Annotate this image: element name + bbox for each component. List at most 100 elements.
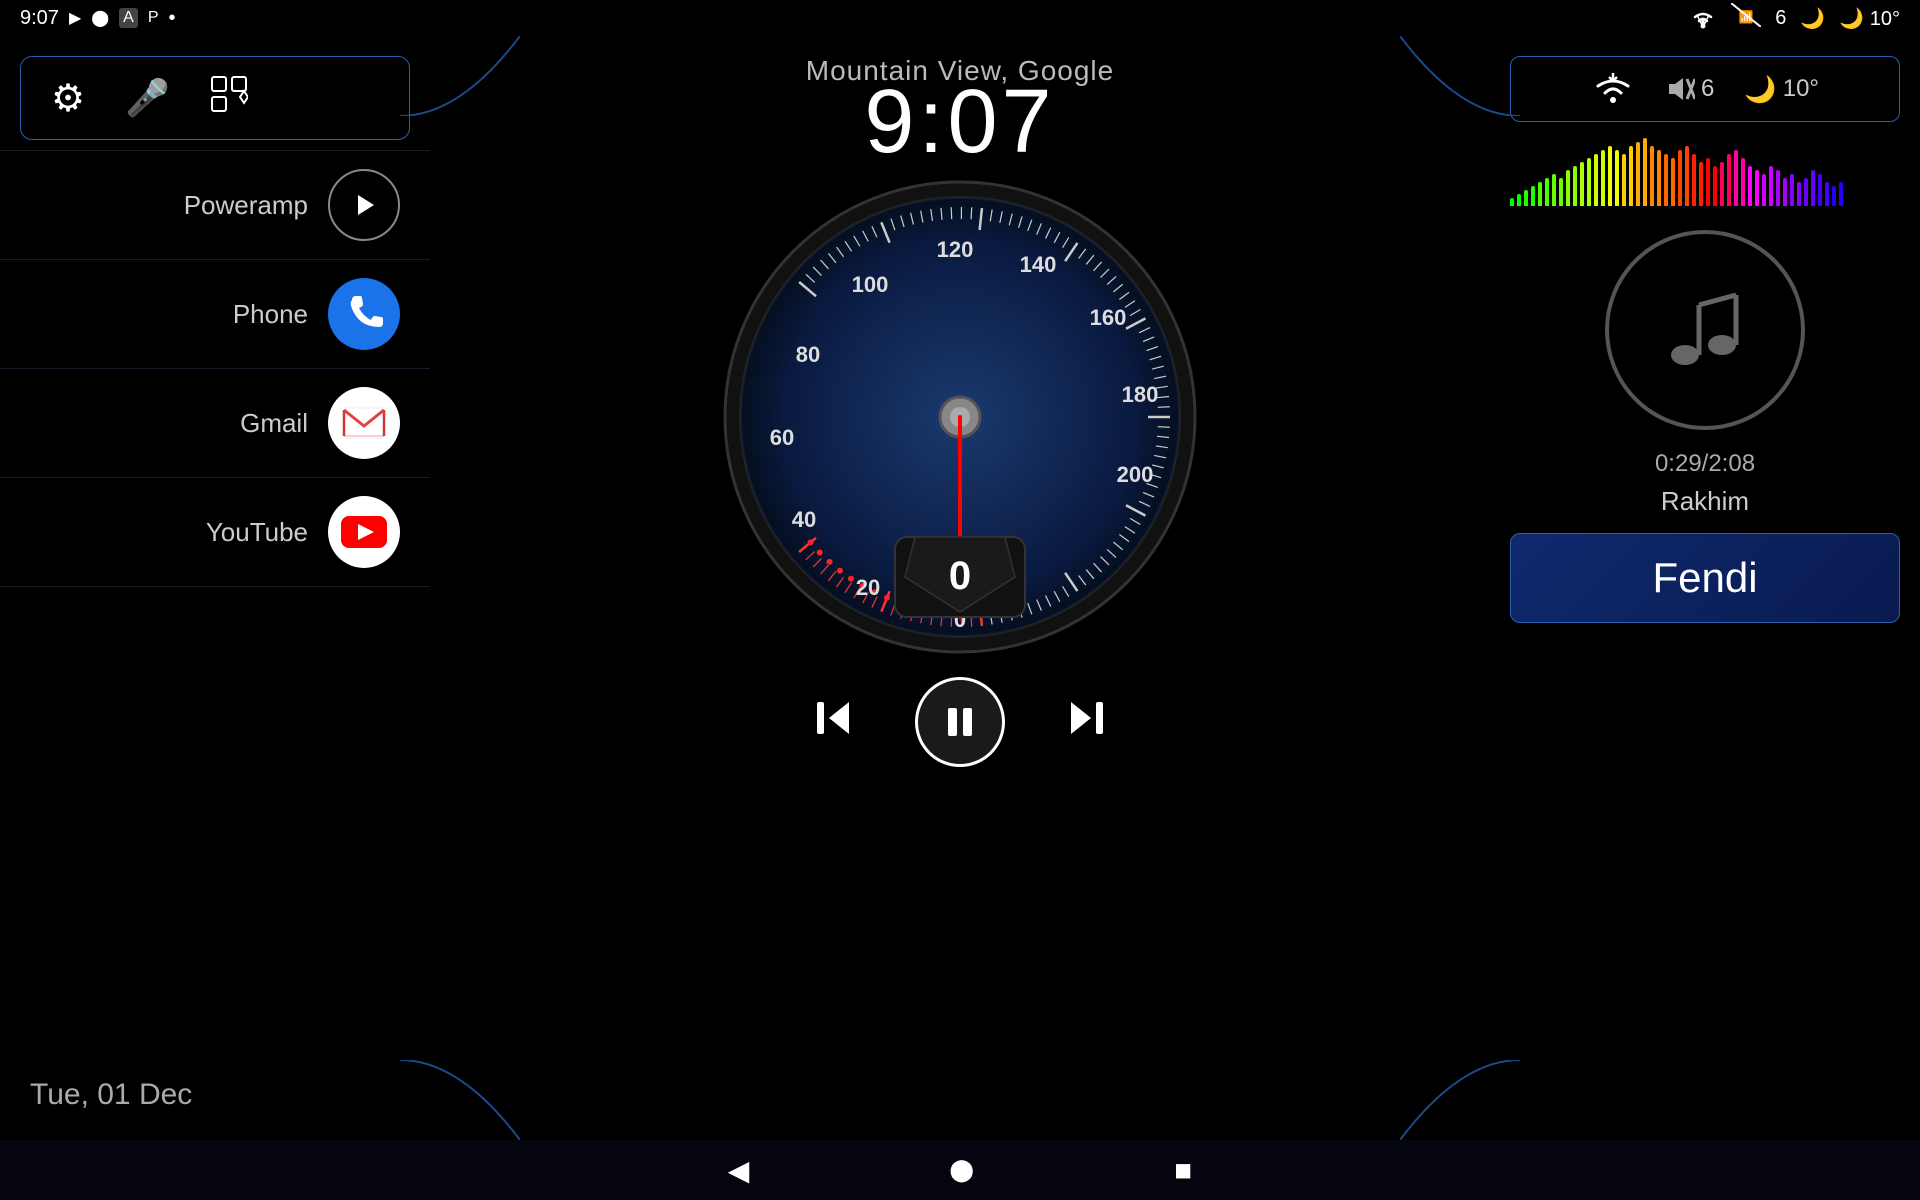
eq-bar: [1762, 174, 1766, 206]
music-note-area: [1490, 230, 1920, 430]
eq-bar: [1790, 174, 1794, 206]
eq-bar: [1685, 146, 1689, 206]
back-button[interactable]: ◀: [728, 1154, 750, 1187]
eq-bar: [1811, 170, 1815, 206]
eq-bar: [1615, 150, 1619, 206]
status-time: 9:07: [20, 7, 59, 30]
wifi-signal-icon: 📶: [1731, 3, 1761, 33]
media-controls: [811, 677, 1109, 767]
phone-icon[interactable]: [328, 278, 400, 350]
poweramp-label: Poweramp: [184, 190, 308, 221]
phone-label: Phone: [233, 299, 308, 330]
eq-bar: [1587, 158, 1591, 206]
eq-bar: [1797, 182, 1801, 206]
eq-bar: [1601, 150, 1605, 206]
a-status-icon: A: [119, 8, 138, 28]
next-button[interactable]: [1065, 696, 1109, 749]
eq-bar: [1839, 182, 1843, 206]
wifi-icon: [1689, 7, 1717, 29]
eq-bar: [1608, 146, 1612, 206]
dot-status-icon: •: [169, 7, 176, 30]
eq-bar: [1706, 158, 1710, 206]
eq-bar: [1783, 178, 1787, 206]
eq-bar: [1699, 162, 1703, 206]
circle-status-icon: ⬤: [91, 8, 109, 28]
track-artist: Rakhim: [1490, 486, 1920, 517]
eq-bar: [1678, 150, 1682, 206]
youtube-icon[interactable]: [328, 496, 400, 568]
eq-bar: [1629, 146, 1633, 206]
wifi-status-icon: [1591, 71, 1635, 107]
top-right-status: 6 🌙 10°: [1510, 56, 1900, 122]
track-title: Fendi: [1531, 554, 1879, 602]
eq-bar: [1664, 154, 1668, 206]
nav-bar: ◀ ⬤ ◼: [0, 1140, 1920, 1200]
gmail-item[interactable]: Gmail: [0, 369, 430, 478]
gmail-icon[interactable]: [328, 387, 400, 459]
eq-bar: [1657, 150, 1661, 206]
settings-icon[interactable]: ⚙: [51, 76, 85, 121]
eq-bar: [1832, 186, 1836, 206]
right-panel: 6 🌙 10° 0:29/2:08 Rakhim Fendi: [1490, 36, 1920, 1140]
eq-bar: [1825, 182, 1829, 206]
eq-bar: [1636, 142, 1640, 206]
signal-num: 6: [1775, 7, 1786, 30]
signal-count: 6: [1701, 75, 1714, 103]
track-info: 0:29/2:08 Rakhim: [1490, 450, 1920, 517]
svg-text:80: 80: [796, 342, 820, 367]
eq-bar: [1720, 162, 1724, 206]
weather-temp: 🌙 10°: [1839, 6, 1900, 31]
poweramp-play-button[interactable]: [328, 169, 400, 241]
pause-button[interactable]: [915, 677, 1005, 767]
music-icon[interactable]: [1605, 230, 1805, 430]
gmail-label: Gmail: [240, 408, 308, 439]
youtube-label: YouTube: [206, 517, 308, 548]
eq-bar: [1692, 154, 1696, 206]
status-bar-left: 9:07 ▶ ⬤ A P •: [20, 7, 176, 30]
apps-grid-icon[interactable]: [210, 75, 248, 121]
weather-icon: 🌙: [1800, 6, 1825, 31]
svg-text:160: 160: [1090, 305, 1127, 330]
svg-text:100: 100: [852, 272, 889, 297]
svg-text:180: 180: [1122, 382, 1159, 407]
eq-bar: [1818, 174, 1822, 206]
microphone-icon[interactable]: 🎤: [125, 77, 170, 119]
equalizer: [1510, 146, 1900, 206]
eq-bar: [1650, 146, 1654, 206]
eq-bar: [1776, 170, 1780, 206]
app-list: Poweramp Phone Gmail: [0, 150, 430, 1050]
eq-bar: [1538, 182, 1542, 206]
center-panel: Mountain View, Google 9:07: [430, 0, 1490, 1200]
track-title-box: Fendi: [1510, 533, 1900, 623]
svg-text:📶: 📶: [1739, 10, 1754, 24]
eq-bar: [1769, 166, 1773, 206]
eq-bar: [1580, 162, 1584, 206]
prev-button[interactable]: [811, 696, 855, 749]
top-controls: ⚙ 🎤: [20, 56, 410, 140]
eq-bar: [1559, 178, 1563, 206]
youtube-item[interactable]: YouTube: [0, 478, 430, 587]
play-status-icon: ▶: [69, 8, 81, 28]
phone-item[interactable]: Phone: [0, 260, 430, 369]
recent-button[interactable]: ◼: [1174, 1157, 1192, 1183]
eq-bar: [1622, 154, 1626, 206]
date-display: Tue, 01 Dec: [0, 1050, 430, 1140]
eq-bar: [1566, 170, 1570, 206]
status-bar-right: 📶 6 🌙 🌙 10°: [1689, 3, 1900, 33]
speedometer: 0 20 40 60 80 100 120 140 160 180 200: [720, 177, 1200, 657]
date-text: Tue, 01 Dec: [30, 1078, 192, 1111]
status-bar: 9:07 ▶ ⬤ A P • 📶 6 🌙 🌙 10°: [0, 0, 1920, 36]
svg-text:0: 0: [949, 554, 971, 598]
poweramp-item[interactable]: Poweramp: [0, 150, 430, 260]
time-display: 9:07: [864, 77, 1055, 167]
eq-bar: [1552, 174, 1556, 206]
p-status-icon: P: [148, 9, 159, 27]
home-button[interactable]: ⬤: [949, 1157, 974, 1183]
moon-icon: 🌙: [1744, 74, 1776, 105]
eq-bar: [1545, 178, 1549, 206]
eq-bar: [1594, 154, 1598, 206]
svg-text:40: 40: [792, 507, 816, 532]
left-panel: ⚙ 🎤 Poweramp Phone: [0, 36, 430, 1140]
mute-status: 6: [1665, 75, 1714, 103]
eq-bar: [1755, 170, 1759, 206]
